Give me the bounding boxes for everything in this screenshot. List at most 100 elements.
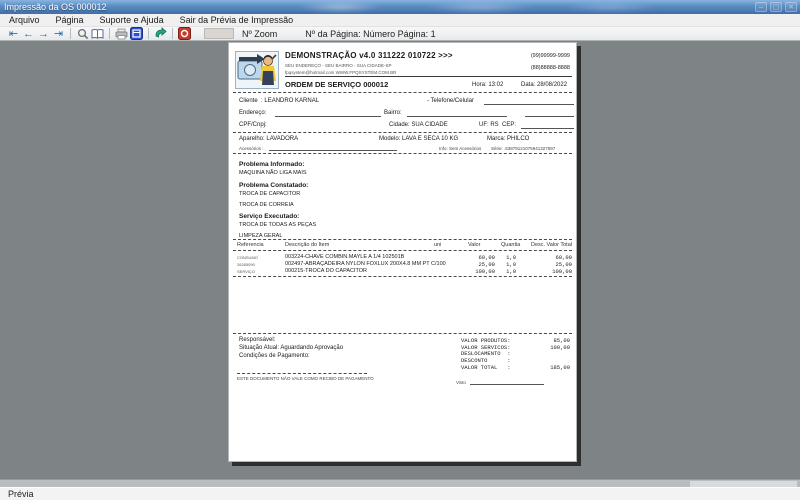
zoom-number-input[interactable] (204, 28, 234, 39)
cidade-value: Cidade: SUA CIDADE (389, 122, 448, 128)
company-phone-1: (99)99999-9999 (530, 53, 570, 59)
order-date: Data: 28/08/2022 (521, 81, 568, 88)
modelo-value: Modelo: LAVA E SECA 10 KG (379, 136, 459, 142)
cliente-label: Cliente : (239, 98, 263, 104)
maximize-button[interactable]: ▢ (770, 2, 782, 12)
first-page-icon: ⇤ (8, 27, 19, 40)
toolbar-separator (70, 28, 71, 39)
menu-arquivo[interactable]: Arquivo (9, 15, 40, 25)
section-title: Serviço Executado: (239, 213, 300, 220)
two-page-view-button[interactable] (90, 27, 105, 40)
acessorios-info: Info: Sem Acessórios (439, 145, 482, 151)
signature-line (470, 384, 544, 385)
dashed-divider (237, 373, 367, 374)
visto-label: Visto (456, 380, 466, 385)
company-address: SEU ENDEREÇO - SEU BAIRRO - SUA CIDADE-S… (285, 63, 392, 68)
page-number-label: Nº da Página: Número Página: 1 (305, 28, 436, 39)
next-page-button[interactable]: → (36, 27, 51, 40)
order-time: Hora: 13:02 (472, 81, 504, 88)
serie-value: Série: .53879121075941327597 (491, 145, 556, 151)
section-line: TROCA DE CAPACITOR (239, 191, 301, 197)
cpf-label: CPF/Cnpj: (239, 122, 267, 128)
blank-line (269, 150, 397, 151)
item-valor: 60,00 (478, 254, 495, 261)
menu-sair-da-previa[interactable]: Sair da Prévia de Impressão (180, 15, 294, 25)
total-label: DESCONTO : (461, 356, 511, 364)
dashed-divider (233, 276, 572, 277)
zoom-button[interactable] (75, 27, 90, 40)
disclaimer-text: ESTE DOCUMENTO NÃO VALE COMO RECIBO DE P… (237, 375, 374, 381)
order-title: ORDEM DE SERVIÇO 000012 (285, 80, 389, 89)
titlebar: Impressão da OS 000012 – ▢ ✕ (0, 0, 800, 14)
situacao-atual: Situação Atual: Aguardando Aprovação (239, 345, 344, 351)
cliente-value: LEANDRO KARNAL (264, 98, 320, 104)
blank-line (275, 116, 381, 117)
col-header-referencia: Referencia (237, 242, 264, 248)
minimize-button[interactable]: – (755, 2, 767, 12)
first-page-button[interactable]: ⇤ (6, 27, 21, 40)
item-valor: 100,00 (475, 268, 495, 275)
statusbar-text: Prévia (8, 489, 34, 499)
company-phone-2: (88)88888-8888 (530, 65, 570, 71)
col-header-valor-total: Valor Total (546, 242, 572, 248)
item-desc: 002497-ABRAÇADEIRA NYLON FOXLUX 200X4.8 … (285, 261, 446, 267)
section-line: TROCA DE CORREIA (239, 202, 294, 208)
statusbar: Prévia (0, 487, 800, 500)
condicoes-pagamento: Condições de Pagamento: (239, 353, 310, 359)
blank-line (525, 116, 574, 117)
item-ref: CONSUMO (237, 255, 258, 260)
dashed-divider (233, 153, 572, 154)
col-header-quantia: Quantia (501, 242, 521, 248)
total-value: 100,00 (550, 343, 570, 351)
item-total: 100,00 (552, 268, 572, 275)
blank-line (521, 128, 574, 129)
window-title: Impressão da OS 000012 (4, 2, 107, 12)
dashed-divider (233, 333, 572, 334)
acessorios-label: Acessórios : (239, 145, 264, 151)
print-button[interactable] (114, 27, 129, 40)
blank-line (484, 104, 574, 105)
company-logo (235, 51, 279, 89)
close-button[interactable]: ✕ (785, 2, 797, 12)
toolbar: ⇤ ← → ⇥ Nº Zoom Nº da Página: Número Pág… (0, 27, 800, 41)
telefone-label: - Telefone/Celular (427, 98, 474, 104)
col-header-desc: Desc. (531, 242, 546, 248)
prev-page-button[interactable]: ← (21, 27, 36, 40)
company-contact: fpqsystem@hotmail.com WWW.FPQSYSTEM.COM.… (285, 69, 397, 75)
zoom-label: Nº Zoom (242, 28, 278, 39)
total-label: VALOR TOTAL : (461, 364, 511, 371)
item-valor: 25,00 (478, 261, 495, 268)
endereco-label: Endereço: (239, 110, 267, 116)
print-setup-button[interactable] (129, 27, 144, 40)
close-preview-icon (178, 27, 191, 40)
company-name: DEMONSTRAÇÃO v4.0 311222 010722 >>> (285, 51, 453, 60)
zoom-icon (77, 28, 88, 39)
toolbar-separator (172, 28, 173, 39)
blank-line (407, 116, 507, 117)
export-icon (155, 27, 167, 38)
client-name-label: Cliente : LEANDRO KARNAL (239, 98, 319, 104)
item-quantia: 1,0 (506, 261, 516, 268)
bairro-label: Bairro: (384, 110, 402, 116)
item-quantia: 1,0 (506, 254, 516, 261)
total-value: 185,00 (550, 364, 570, 371)
col-header-valor: Valor (468, 242, 481, 248)
menu-suporte-e-ajuda[interactable]: Suporte e Ajuda (100, 15, 164, 25)
responsavel-label: Responsável: (239, 337, 276, 343)
dashed-divider (233, 239, 572, 240)
dashed-divider (233, 250, 572, 251)
print-icon (115, 28, 128, 39)
close-preview-button[interactable] (177, 27, 192, 40)
menu-pagina[interactable]: Página (56, 15, 84, 25)
window-controls: – ▢ ✕ (755, 2, 797, 12)
item-total: 60,00 (555, 254, 572, 261)
export-button[interactable] (153, 27, 168, 40)
titlebar-blur-decoration (250, 0, 680, 14)
col-header-descricao: Descrição do Item (285, 242, 330, 248)
print-setup-icon (130, 27, 143, 40)
item-total: 25,00 (555, 261, 572, 268)
section-line: MAQUINA NÃO LIGA MAIS (239, 170, 307, 176)
last-page-button[interactable]: ⇥ (51, 27, 66, 40)
prev-page-icon: ← (23, 27, 34, 40)
item-quantia: 1,0 (506, 268, 516, 275)
